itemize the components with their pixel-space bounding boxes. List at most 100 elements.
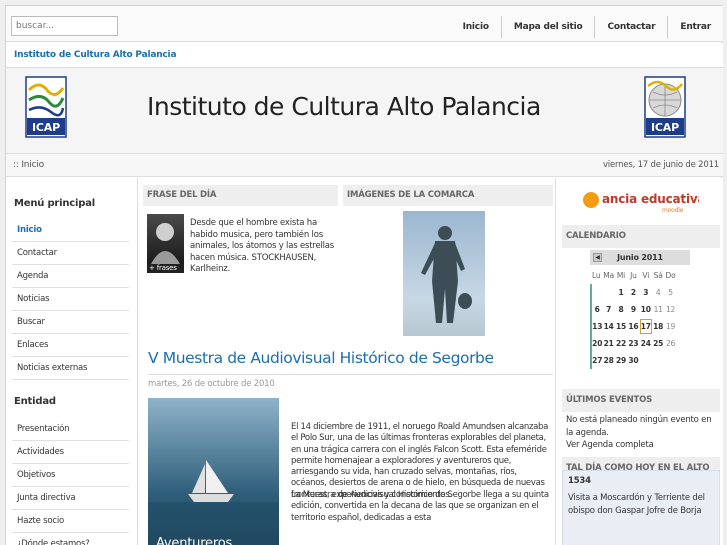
comarca-statue-image[interactable] xyxy=(403,211,485,336)
frase-del-dia-heading: FRASE DEL DÍA xyxy=(143,185,338,206)
site-home-link[interactable]: Instituto de Cultura Alto Palancia xyxy=(14,50,177,60)
calendar-day[interactable]: 12 xyxy=(664,301,676,318)
right-sidebar: ancia educativa moodle CALENDARIO ◀ Juni… xyxy=(557,178,723,545)
calendar-day[interactable]: 29 xyxy=(615,352,627,369)
day-header: Do xyxy=(665,271,676,280)
calendar-day[interactable]: 19 xyxy=(664,318,676,335)
calendar-day[interactable]: 2 xyxy=(627,284,639,301)
calendar-day[interactable]: 1 xyxy=(615,284,627,301)
calendar-day[interactable]: 14 xyxy=(602,318,614,335)
calendar-day[interactable]: 13 xyxy=(590,318,602,335)
calendar-day[interactable]: 30 xyxy=(627,352,639,369)
day-header: Ma xyxy=(603,271,614,280)
main-content: FRASE DEL DÍA IMÁGENES DE LA COMARCA + f… xyxy=(137,178,556,545)
menu-item-actividades[interactable]: Actividades xyxy=(12,441,129,464)
day-header: Sá xyxy=(653,271,663,280)
calendar-day[interactable]: 11 xyxy=(652,301,664,318)
calendar-day[interactable]: 9 xyxy=(627,301,639,318)
tal-dia-text: Visita a Moscardón y Terriente del obisp… xyxy=(568,493,705,516)
icap-globe-logo-right[interactable]: ICAP xyxy=(644,76,686,138)
day-header: Lu xyxy=(591,271,601,280)
page: Inicio Mapa del sitio Contactar Entrar I… xyxy=(5,5,723,545)
calendar-day[interactable]: 7 xyxy=(602,301,614,318)
calendar-day xyxy=(602,284,614,301)
moodle-logo[interactable]: ancia educativa moodle xyxy=(582,186,699,214)
article-title-link[interactable]: V Muestra de Audiovisual Histórico de Se… xyxy=(148,349,494,367)
calendar-day[interactable]: 18 xyxy=(652,318,664,335)
calendar-day[interactable]: 28 xyxy=(602,352,614,369)
left-sidebar: Menú principal Inicio Contactar Agenda N… xyxy=(6,178,134,545)
entity-heading: Entidad xyxy=(14,396,56,407)
tal-dia-year: 1534 xyxy=(568,476,591,486)
svg-text:ICAP: ICAP xyxy=(651,121,679,134)
more-quotes-link[interactable]: + frases xyxy=(147,264,184,273)
calendar-day[interactable]: 24 xyxy=(640,335,652,352)
calendar-day[interactable]: 3 xyxy=(640,284,652,301)
calendar-day[interactable]: 6 xyxy=(590,301,602,318)
menu-item-contactar[interactable]: Contactar xyxy=(12,242,129,265)
calendar-week: 27 28 29 30 xyxy=(590,352,690,369)
nav-inicio-link[interactable]: Inicio xyxy=(451,16,501,38)
menu-item-presentacion[interactable]: Presentación xyxy=(12,418,129,441)
calendar-day[interactable]: 23 xyxy=(627,335,639,352)
menu-item-junta-directiva[interactable]: Junta directiva xyxy=(12,487,129,510)
events-heading: ÚLTIMOS EVENTOS xyxy=(562,389,720,412)
calendar-day[interactable]: 22 xyxy=(615,335,627,352)
calendar-day xyxy=(640,352,652,369)
tal-dia-box: 1534 Visita a Moscardón y Terriente del … xyxy=(562,470,720,545)
menu-item-noticias[interactable]: Noticias xyxy=(12,288,129,311)
calendar-week: 13 14 15 16 17 18 19 xyxy=(590,318,690,335)
ship-illustration-icon xyxy=(148,460,279,545)
main-menu-heading: Menú principal xyxy=(14,198,95,209)
svg-text:ICAP: ICAP xyxy=(32,121,60,134)
menu-item-objetivos[interactable]: Objetivos xyxy=(12,464,129,487)
calendar-prev-icon[interactable]: ◀ xyxy=(593,253,602,262)
article-poster-image[interactable]: Aventureros xyxy=(148,398,279,545)
nav-sitemap-link[interactable]: Mapa del sitio xyxy=(500,16,595,38)
breadcrumb: :: Inicio xyxy=(13,160,44,170)
menu-item-noticias-externas[interactable]: Noticias externas xyxy=(12,357,129,380)
nav-entrar-link[interactable]: Entrar xyxy=(667,16,723,38)
svg-text:moodle: moodle xyxy=(662,207,684,214)
calendar-day[interactable]: 16 xyxy=(627,318,639,335)
breadcrumb-bar: :: Inicio viernes, 17 de junio de 2011 xyxy=(6,154,723,177)
calendar-day[interactable]: 15 xyxy=(615,318,627,335)
calendar-day[interactable]: 5 xyxy=(664,284,676,301)
calendar-day[interactable]: 4 xyxy=(652,284,664,301)
nav-contactar-link[interactable]: Contactar xyxy=(594,16,667,38)
menu-item-donde-estamos[interactable]: ¿Dónde estamos? xyxy=(12,533,129,545)
calendar-month-title: ◀ Junio 2011 xyxy=(590,250,690,265)
calendar-day[interactable]: 25 xyxy=(652,335,664,352)
calendar-day xyxy=(590,284,602,301)
calendar-day[interactable]: 10 xyxy=(640,301,652,318)
imagenes-comarca-heading: IMÁGENES DE LA COMARCA xyxy=(343,185,553,206)
svg-text:ancia educativa: ancia educativa xyxy=(602,192,699,206)
calendar-day[interactable]: 27 xyxy=(590,352,602,369)
site-link-bar: Instituto de Cultura Alto Palancia xyxy=(6,43,723,68)
menu-item-inicio[interactable]: Inicio xyxy=(12,219,129,242)
calendar-week: 6 7 8 9 10 11 12 xyxy=(590,301,690,318)
calendar-day-today[interactable]: 17 xyxy=(639,319,652,334)
calendar-heading: CALENDARIO xyxy=(562,225,720,248)
menu-item-hazte-socio[interactable]: Hazte socio xyxy=(12,510,129,533)
search-input[interactable] xyxy=(11,16,118,36)
header: ICAP Instituto de Cultura Alto Palancia … xyxy=(6,68,723,154)
calendar-day[interactable]: 26 xyxy=(664,335,676,352)
icap-logo-left[interactable]: ICAP xyxy=(25,76,67,138)
calendar-day[interactable]: 8 xyxy=(615,301,627,318)
calendar-day[interactable]: 20 xyxy=(590,335,602,352)
calendar-week: 1 2 3 4 5 xyxy=(590,284,690,301)
poster-caption: Aventureros xyxy=(156,536,233,545)
calendar-day[interactable]: 21 xyxy=(602,335,614,352)
calendar-day-headers: Lu Ma Mi Ju Vi Sá Do xyxy=(590,267,690,284)
top-nav: Inicio Mapa del sitio Contactar Entrar xyxy=(451,16,723,38)
menu-item-enlaces[interactable]: Enlaces xyxy=(12,334,129,357)
day-header: Vi xyxy=(642,271,650,280)
full-agenda-link[interactable]: Ver Agenda completa xyxy=(566,439,654,452)
calendar-month-label: Junio 2011 xyxy=(617,253,663,262)
quote-text: Desde que el hombre exista ha habido mus… xyxy=(190,218,335,274)
menu-item-buscar[interactable]: Buscar xyxy=(12,311,129,334)
top-bar: Inicio Mapa del sitio Contactar Entrar xyxy=(6,6,723,42)
menu-item-agenda[interactable]: Agenda xyxy=(12,265,129,288)
composer-portrait-image[interactable]: + frases xyxy=(147,214,184,273)
